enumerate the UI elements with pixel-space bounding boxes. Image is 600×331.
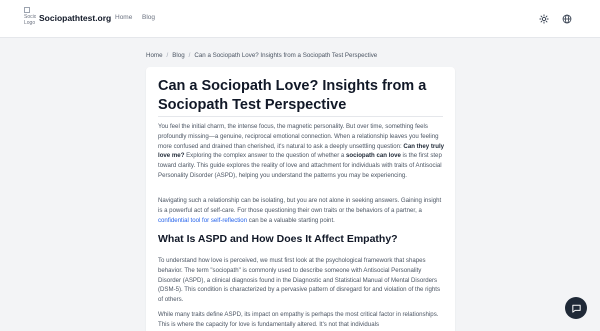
breadcrumb-home[interactable]: Home (146, 52, 163, 59)
title-divider (158, 116, 443, 117)
broken-image-icon (24, 7, 30, 13)
second-paragraph: Navigating such a relationship can be is… (158, 197, 442, 224)
site-logo[interactable]: Sociopathtest.org Logo (24, 7, 36, 33)
self-reflection-link[interactable]: confidential tool for self-reflection (158, 217, 247, 224)
sun-icon (539, 14, 549, 24)
breadcrumb: Home / Blog / Can a Sociopath Love? Insights… (146, 52, 378, 59)
article-card: Can a Sociopath Love? Insights from a So… (146, 67, 455, 331)
language-button[interactable] (559, 11, 575, 27)
theme-toggle-button[interactable] (536, 11, 552, 27)
aspd-paragraph: To understand how love is perceived, we … (158, 257, 441, 304)
site-header: Sociopathtest.org Logo Sociopathtest.org… (0, 0, 600, 38)
article-title: Can a Sociopath Love? Insights from a So… (158, 78, 427, 113)
breadcrumb-current: Can a Sociopath Love? Insights from a So… (194, 52, 378, 59)
section-heading: What Is ASPD and How Does It Affect Empa… (158, 233, 398, 245)
nav-home-link[interactable]: Home (115, 14, 132, 21)
bold-keyword: sociopath can love (346, 152, 401, 160)
intro-paragraph: You feel the initial charm, the intense … (158, 123, 445, 179)
logo-alt-text: Sociopathtest.org Logo (24, 14, 36, 26)
chat-button[interactable] (565, 297, 587, 319)
site-title[interactable]: Sociopathtest.org (39, 13, 111, 23)
breadcrumb-blog[interactable]: Blog (172, 52, 184, 59)
nav-blog-link[interactable]: Blog (142, 14, 155, 21)
empathy-paragraph: While many traits define ASPD, its impac… (158, 311, 439, 328)
chat-icon (571, 304, 581, 313)
globe-icon (562, 14, 572, 24)
